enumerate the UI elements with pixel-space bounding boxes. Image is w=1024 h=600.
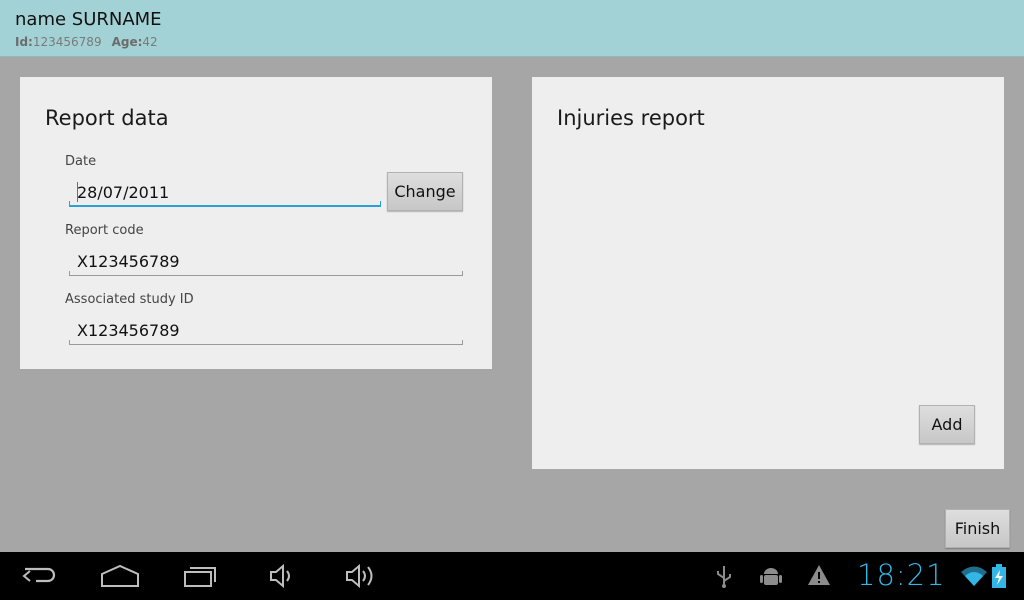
age-value: 42	[142, 35, 158, 49]
report-data-title: Report data	[45, 106, 169, 130]
warning-icon	[808, 565, 830, 585]
id-value: 123456789	[32, 35, 102, 49]
date-label: Date	[65, 154, 97, 169]
study-id-label: Associated study ID	[65, 292, 194, 307]
recent-apps-icon[interactable]	[183, 562, 219, 590]
report-data-card: Report data Date 28/07/2011 Change Repor…	[20, 77, 492, 369]
finish-button[interactable]: Finish	[945, 509, 1010, 548]
volume-down-icon[interactable]	[268, 562, 298, 590]
system-navigation-bar: 18:21	[0, 552, 1024, 600]
patient-header: name SURNAME Id:123456789 Age:42	[0, 0, 1024, 57]
change-date-button[interactable]: Change	[387, 172, 463, 211]
date-value: 28/07/2011	[77, 183, 170, 202]
usb-icon	[717, 566, 731, 588]
add-injury-button[interactable]: Add	[919, 405, 975, 444]
report-code-label: Report code	[65, 223, 144, 238]
patient-meta: Id:123456789 Age:42	[15, 35, 158, 49]
study-id-field[interactable]: X123456789	[69, 315, 463, 345]
clock: 18:21	[857, 558, 946, 592]
report-code-field[interactable]: X123456789	[69, 246, 463, 276]
patient-name: name SURNAME	[15, 9, 162, 30]
report-code-value: X123456789	[77, 252, 180, 271]
study-id-value: X123456789	[77, 321, 180, 340]
age-label: Age:	[111, 35, 143, 49]
injuries-report-card: Injuries report Add	[532, 77, 1004, 469]
android-debug-icon	[760, 568, 782, 585]
id-label: Id:	[15, 35, 33, 49]
date-field[interactable]: 28/07/2011	[69, 177, 381, 207]
wifi-icon	[961, 566, 987, 586]
back-icon[interactable]	[22, 562, 58, 590]
battery-charging-icon	[992, 564, 1006, 588]
home-icon[interactable]	[100, 562, 140, 590]
injuries-report-title: Injuries report	[557, 106, 705, 130]
volume-up-icon[interactable]	[344, 562, 378, 590]
